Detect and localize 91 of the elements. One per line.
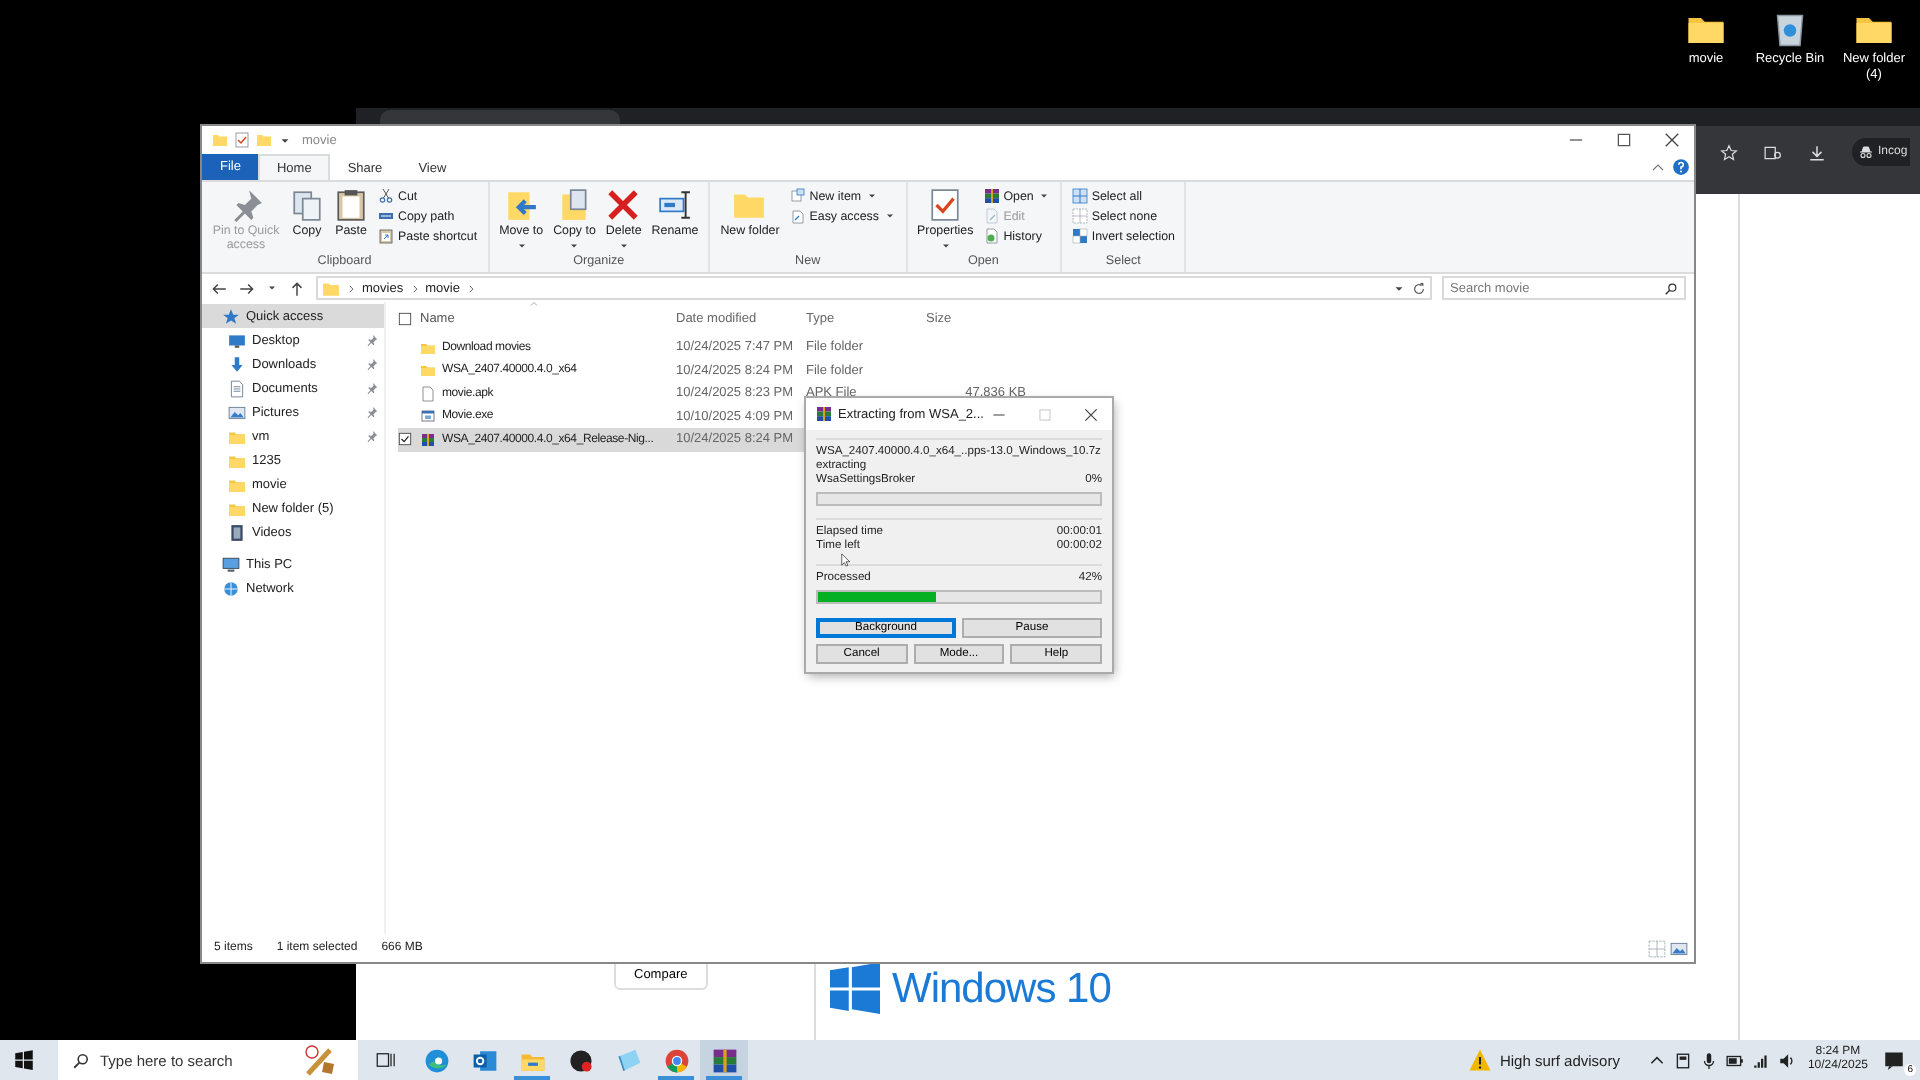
path-icon <box>378 208 394 224</box>
search-icon <box>1664 281 1678 295</box>
incognito-icon <box>1858 144 1874 160</box>
film-icon <box>228 523 246 541</box>
download-icon[interactable] <box>1808 143 1826 161</box>
program-icon <box>420 408 436 425</box>
mail-icon <box>471 1047 497 1073</box>
forward-icon[interactable] <box>238 279 256 297</box>
rename-icon <box>657 188 692 222</box>
document-icon <box>228 379 246 397</box>
copy-icon <box>290 188 324 222</box>
archive-icon <box>816 406 832 422</box>
checkbox[interactable] <box>398 432 412 447</box>
media-icon <box>567 1047 593 1073</box>
scissors-icon <box>378 188 394 204</box>
desktop-icon <box>228 331 246 349</box>
speaker-icon[interactable] <box>1777 1051 1796 1069</box>
caret-icon[interactable] <box>278 133 292 147</box>
computer-icon <box>222 555 240 573</box>
download-icon <box>228 355 246 373</box>
battery-icon[interactable] <box>1725 1051 1744 1069</box>
close-icon[interactable] <box>1662 130 1682 150</box>
folder-icon <box>420 362 436 379</box>
network-icon <box>222 579 240 597</box>
star-icon <box>222 307 240 325</box>
browser-icon <box>423 1047 449 1073</box>
folder-icon <box>228 451 246 469</box>
shortcut-icon <box>789 208 806 224</box>
clipboard-icon <box>334 188 368 222</box>
signal-icon[interactable] <box>1751 1051 1770 1069</box>
delete-icon <box>606 188 641 222</box>
chevron-icon[interactable] <box>1647 1051 1666 1069</box>
move-icon <box>504 188 539 222</box>
caret-icon <box>568 240 581 253</box>
folder-icon <box>732 188 767 222</box>
chevron-icon <box>346 283 356 293</box>
select-all-icon <box>1071 188 1088 204</box>
folder-icon <box>228 499 246 517</box>
tablet-icon[interactable] <box>1673 1051 1692 1069</box>
chevron-icon <box>409 283 420 293</box>
search-icon <box>72 1051 90 1069</box>
mouse-pointer-icon <box>840 550 854 570</box>
microphone-icon[interactable] <box>1699 1051 1718 1069</box>
caret-icon <box>515 240 528 253</box>
archive-icon <box>711 1047 737 1073</box>
close-icon[interactable] <box>1082 405 1100 423</box>
shortcut-icon <box>378 228 394 244</box>
warning-icon <box>1467 1048 1492 1072</box>
task-view-icon[interactable] <box>376 1050 396 1070</box>
thumbnail-view-icon[interactable] <box>1670 939 1688 957</box>
new-item-icon <box>789 188 806 204</box>
caret-icon <box>1037 190 1050 202</box>
select-none-icon <box>1071 208 1088 224</box>
maximize-icon <box>1036 405 1054 423</box>
start-icon[interactable] <box>14 1050 34 1070</box>
picture-icon <box>228 403 246 421</box>
pin-icon <box>229 188 263 222</box>
copy-icon <box>557 188 592 222</box>
collapse-icon[interactable] <box>1650 159 1666 175</box>
refresh-icon[interactable] <box>1412 281 1426 295</box>
history-icon <box>983 228 1000 244</box>
maximize-icon[interactable] <box>1614 130 1634 150</box>
file-icon <box>420 385 436 402</box>
help-icon[interactable] <box>1672 158 1690 176</box>
back-icon[interactable] <box>210 279 228 297</box>
folder-icon <box>322 279 340 297</box>
caret-icon[interactable] <box>266 282 278 294</box>
taskbar-app[interactable] <box>700 1040 748 1080</box>
caret-icon <box>617 240 630 253</box>
folder-icon <box>420 339 436 356</box>
caret-icon <box>939 240 952 253</box>
folder-icon <box>228 475 246 493</box>
chrome-icon <box>663 1047 689 1073</box>
folder-icon <box>228 427 246 445</box>
sort-icon <box>528 298 540 310</box>
invert-selection-icon <box>1071 228 1088 244</box>
windows-logo-icon <box>830 964 880 1014</box>
checkbox[interactable] <box>398 312 412 326</box>
properties-icon[interactable] <box>234 132 250 148</box>
archive-icon <box>420 431 436 448</box>
chevron-icon <box>465 283 476 293</box>
up-icon[interactable] <box>288 279 306 297</box>
star-icon[interactable] <box>1720 143 1738 161</box>
edit-icon <box>983 208 1000 224</box>
properties-icon <box>928 188 963 222</box>
notification-icon <box>1884 1050 1904 1070</box>
notepad-icon <box>615 1047 641 1073</box>
caret-icon[interactable] <box>1392 281 1406 295</box>
archive-icon <box>983 188 1000 204</box>
logo-text: Windows 10 <box>892 965 1111 1013</box>
reading-list-icon[interactable] <box>1764 143 1782 161</box>
